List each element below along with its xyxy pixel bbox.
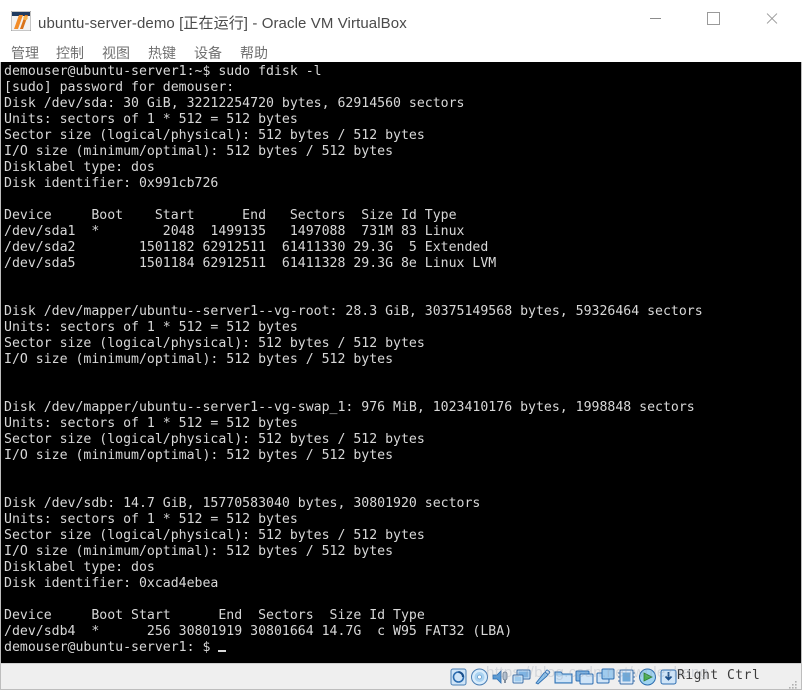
- terminal-line: demouser@ubuntu-server1:~$ sudo fdisk -l: [4, 64, 322, 79]
- terminal-line: Units: sectors of 1 * 512 = 512 bytes: [4, 416, 298, 431]
- terminal-cursor: [218, 650, 227, 652]
- maximize-icon: [706, 11, 720, 25]
- terminal-line: I/O size (minimum/optimal): 512 bytes / …: [4, 448, 394, 463]
- terminal-line: Disk identifier: 0x991cb726: [4, 176, 219, 191]
- terminal-line: /dev/sda5 1501184 62912511 61411328 29.3…: [4, 256, 497, 271]
- terminal-line: Device Boot Start End Sectors Size Id Ty…: [4, 208, 457, 223]
- terminal-line: Disk identifier: 0xcad4ebea: [4, 576, 219, 591]
- minimize-icon: [649, 17, 661, 19]
- display-capture-icon[interactable]: [575, 668, 594, 686]
- terminal-line: Units: sectors of 1 * 512 = 512 bytes: [4, 512, 298, 527]
- terminal-line: /dev/sda1 * 2048 1499135 1497088 731M 83…: [4, 224, 465, 239]
- resize-grip[interactable]: [788, 677, 798, 689]
- terminal-line: /dev/sda2 1501182 62912511 61411330 29.3…: [4, 240, 489, 255]
- close-button[interactable]: [748, 0, 794, 36]
- cpu-icon[interactable]: [617, 668, 636, 686]
- terminal-line: I/O size (minimum/optimal): 512 bytes / …: [4, 144, 394, 159]
- terminal-line: Sector size (logical/physical): 512 byte…: [4, 128, 425, 143]
- terminal-line: [sudo] password for demouser:: [4, 80, 235, 95]
- terminal-line: Device Boot Start End Sectors Size Id Ty…: [4, 608, 425, 623]
- minimize-button[interactable]: [632, 0, 678, 36]
- terminal-line: Disklabel type: dos: [4, 560, 155, 575]
- terminal-line: Disk /dev/mapper/ubuntu--server1--vg-swa…: [4, 400, 695, 415]
- terminal-line: Disklabel type: dos: [4, 160, 155, 175]
- status-bar: Right Ctrl: [0, 663, 802, 690]
- mouse-integration-icon[interactable]: [659, 668, 678, 686]
- terminal-line: Units: sectors of 1 * 512 = 512 bytes: [4, 112, 298, 127]
- maximize-button[interactable]: [690, 0, 736, 36]
- terminal-output: demouser@ubuntu-server1:~$ sudo fdisk -l…: [4, 64, 800, 656]
- menu-bar: 管理 控制 视图 热键 设备 帮助: [0, 40, 802, 62]
- virtualbox-window: ubuntu-server-demo [正在运行] - Oracle VM Vi…: [0, 0, 802, 690]
- terminal-line: Sector size (logical/physical): 512 byte…: [4, 336, 425, 351]
- terminal-line: Disk /dev/sdb: 14.7 GiB, 15770583040 byt…: [4, 496, 481, 511]
- terminal-line: Disk /dev/mapper/ubuntu--server1--vg-roo…: [4, 304, 703, 319]
- title-bar: ubuntu-server-demo [正在运行] - Oracle VM Vi…: [0, 0, 802, 44]
- window-title: ubuntu-server-demo [正在运行] - Oracle VM Vi…: [38, 15, 407, 32]
- terminal-line: I/O size (minimum/optimal): 512 bytes / …: [4, 544, 394, 559]
- shared-folder-icon[interactable]: [554, 668, 573, 686]
- hard-disk-icon[interactable]: [449, 668, 468, 686]
- window-top-border: [0, 0, 802, 1]
- terminal-line: Units: sectors of 1 * 512 = 512 bytes: [4, 320, 298, 335]
- virtualbox-icon: [10, 10, 32, 32]
- guest-additions-icon[interactable]: [638, 668, 657, 686]
- recording-icon[interactable]: [596, 668, 615, 686]
- terminal-line: demouser@ubuntu-server1: $: [4, 640, 800, 656]
- terminal-line: I/O size (minimum/optimal): 512 bytes / …: [4, 352, 394, 367]
- host-key-label: Right Ctrl: [677, 668, 761, 683]
- usb-icon[interactable]: [533, 668, 552, 686]
- terminal-line: Disk /dev/sda: 30 GiB, 32212254720 bytes…: [4, 96, 465, 111]
- terminal-line: /dev/sdb4 * 256 30801919 30801664 14.7G …: [4, 624, 513, 639]
- terminal-line: Sector size (logical/physical): 512 byte…: [4, 432, 425, 447]
- status-icon-group: [449, 668, 678, 686]
- optical-disk-icon[interactable]: [470, 668, 489, 686]
- vm-display[interactable]: demouser@ubuntu-server1:~$ sudo fdisk -l…: [0, 62, 802, 663]
- audio-icon[interactable]: [491, 668, 510, 686]
- terminal-line: Sector size (logical/physical): 512 byte…: [4, 528, 425, 543]
- close-icon: [765, 12, 778, 25]
- network-icon[interactable]: [512, 668, 531, 686]
